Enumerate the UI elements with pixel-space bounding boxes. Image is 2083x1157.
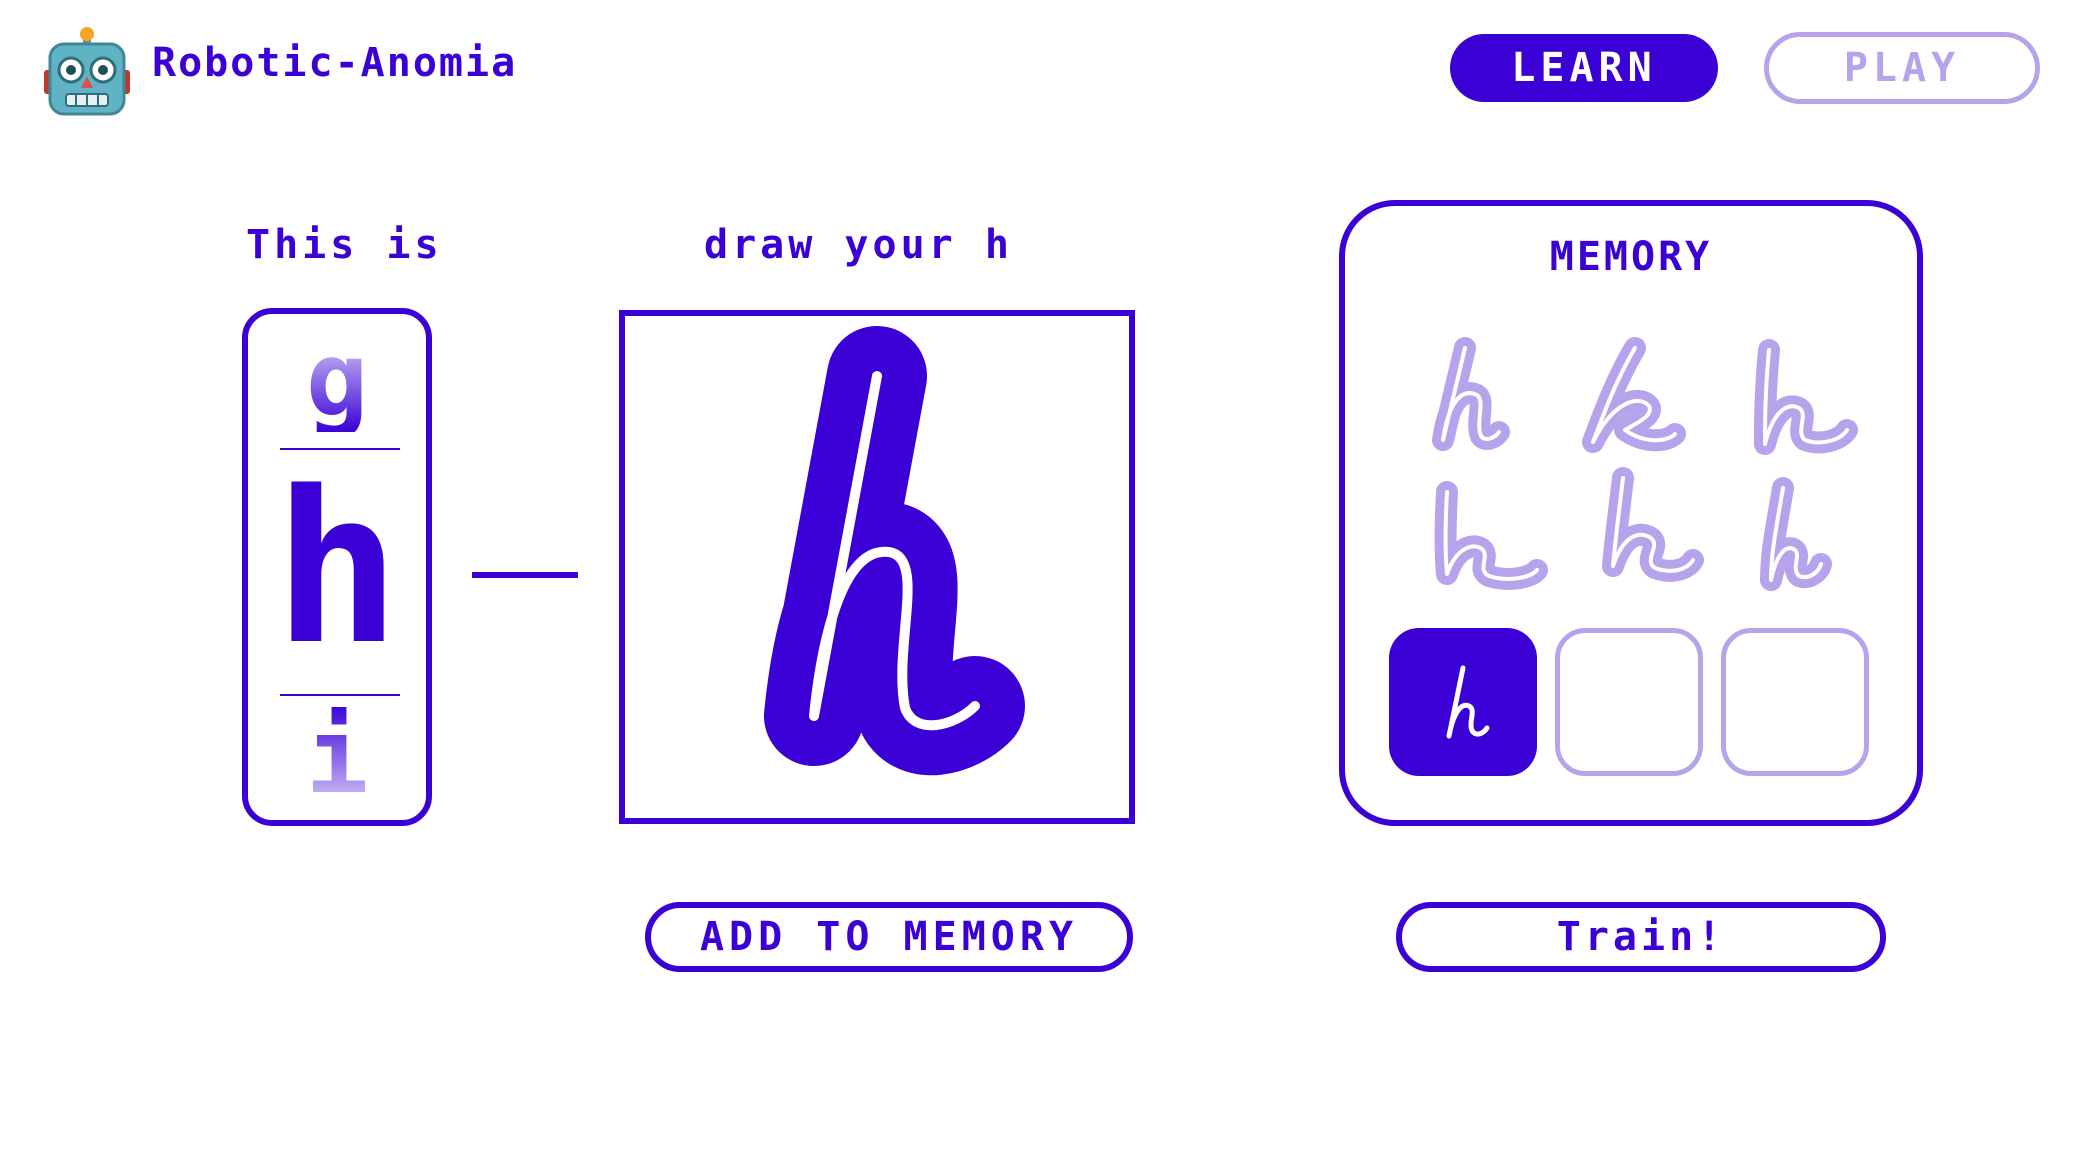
this-is-label: This is (246, 222, 443, 268)
memory-sample[interactable] (1405, 468, 1555, 598)
drawn-h-stroke (764, 326, 1025, 776)
memory-panel: MEMORY (1339, 200, 1923, 826)
current-letter: h (273, 446, 401, 691)
next-letter[interactable]: i (248, 704, 426, 808)
learn-tab-button[interactable]: LEARN (1450, 34, 1718, 102)
memory-sample[interactable] (1571, 462, 1721, 592)
draw-instruction-label: draw your h (704, 222, 1013, 268)
letter-selector[interactable]: g h i (242, 308, 432, 826)
app-title: Robotic-Anomia (152, 40, 518, 86)
memory-sample[interactable] (1721, 468, 1871, 598)
memory-slot-empty[interactable] (1555, 628, 1703, 776)
memory-sample[interactable] (1721, 332, 1871, 462)
memory-slot-empty[interactable] (1721, 628, 1869, 776)
memory-sample[interactable] (1395, 332, 1545, 462)
play-tab-button[interactable]: PLAY (1764, 32, 2040, 104)
divider (280, 694, 400, 696)
drawing-canvas[interactable] (619, 310, 1135, 824)
drawn-h-thumbnail (1446, 665, 1490, 739)
memory-sample[interactable] (1555, 332, 1705, 462)
memory-title: MEMORY (1549, 234, 1713, 280)
memory-slot-filled[interactable] (1389, 628, 1537, 776)
add-to-memory-button[interactable]: ADD TO MEMORY (645, 902, 1133, 972)
robot-face-icon (44, 26, 130, 116)
connector-line (472, 572, 578, 578)
previous-letter[interactable]: g (248, 328, 426, 432)
train-button[interactable]: Train! (1396, 902, 1886, 972)
